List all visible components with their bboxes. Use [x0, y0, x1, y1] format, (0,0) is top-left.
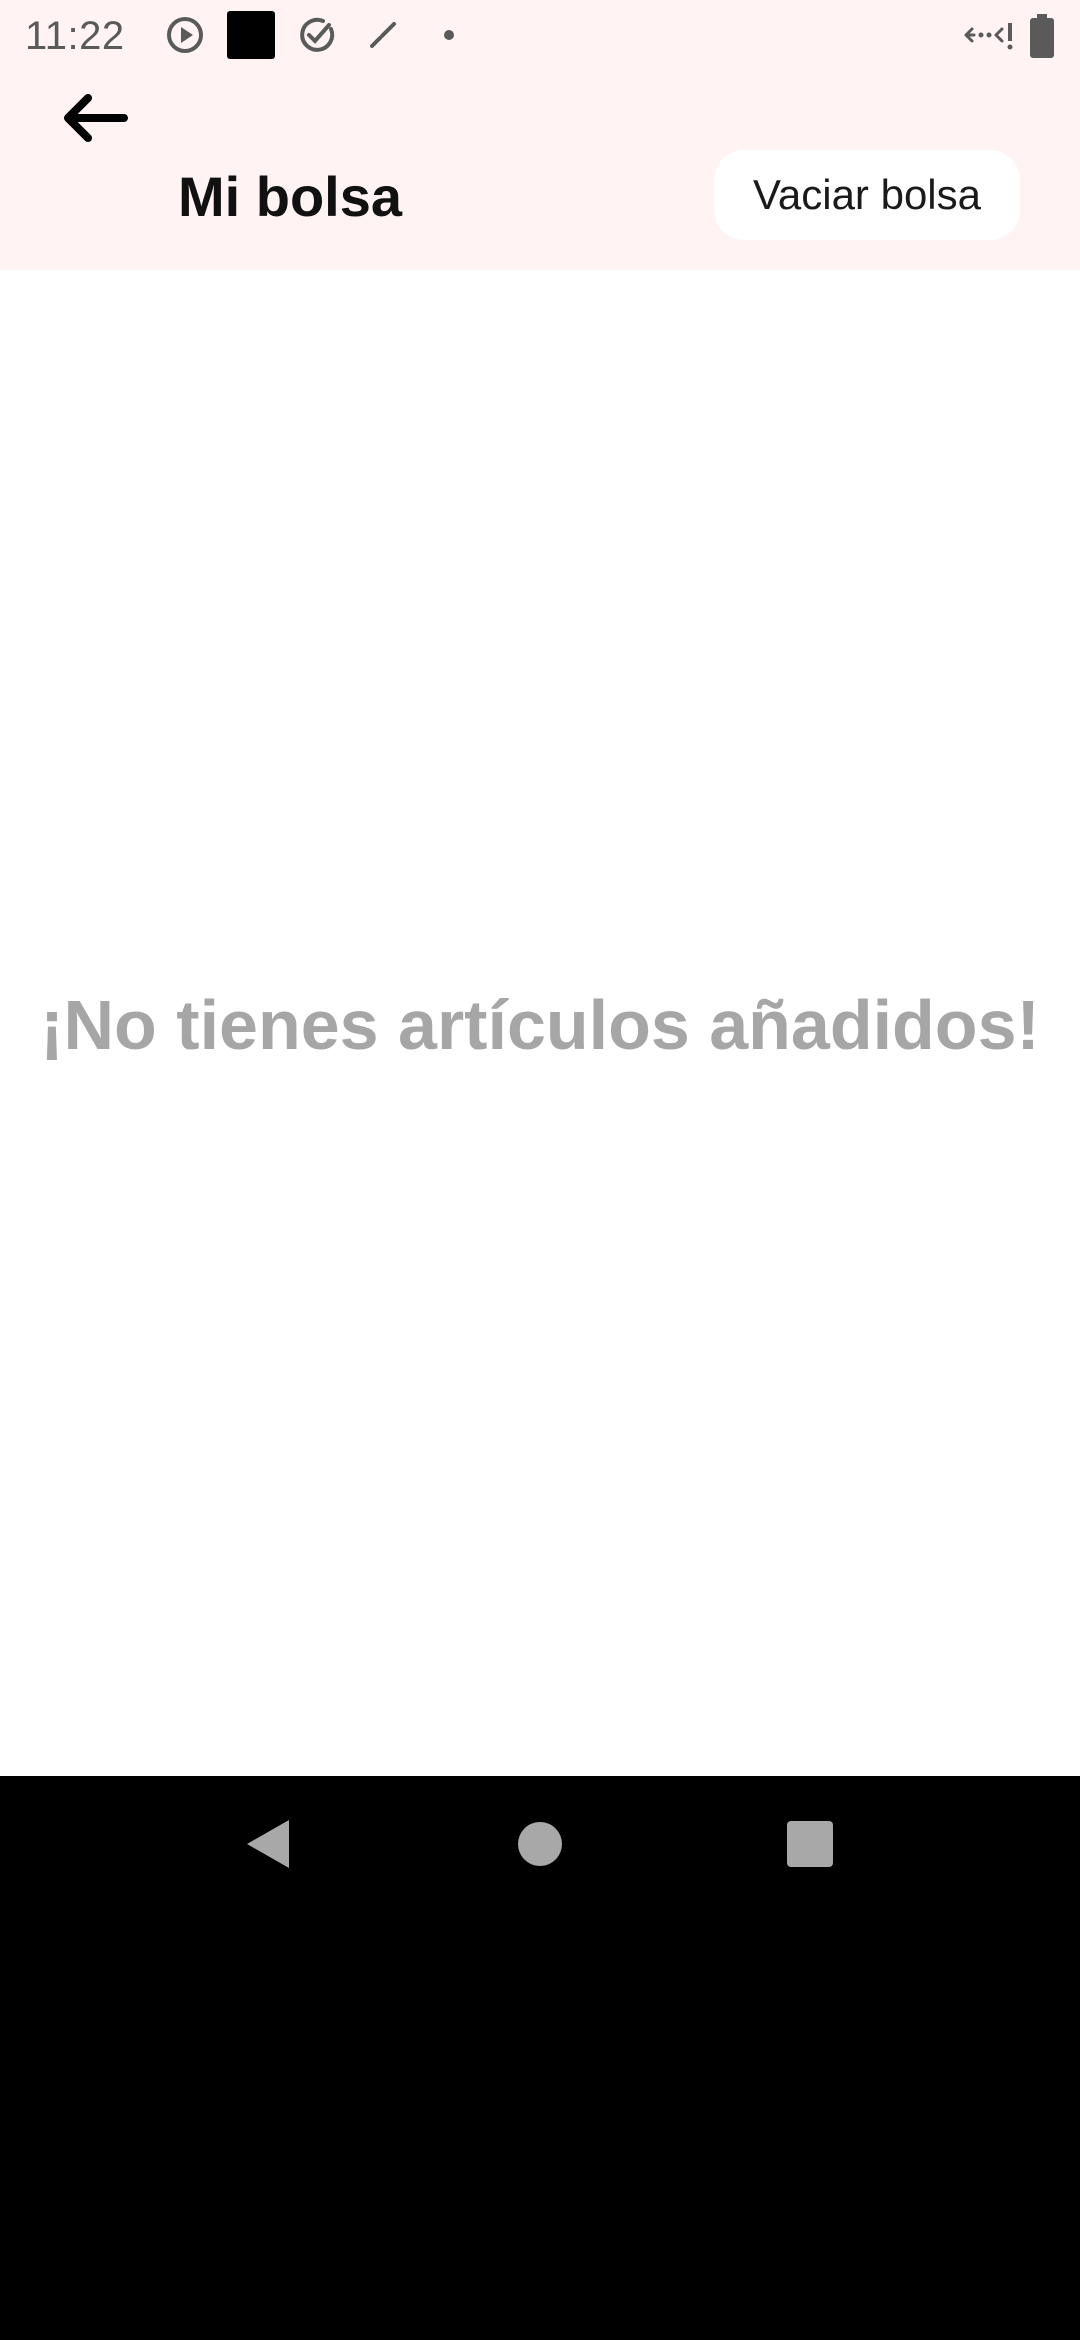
- clear-bag-button[interactable]: Vaciar bolsa: [714, 150, 1020, 240]
- data-arrows-icon: [962, 14, 1016, 56]
- battery-icon: [1030, 14, 1054, 58]
- navigation-bar: [0, 1776, 1080, 1918]
- nav-recents-button[interactable]: [760, 1796, 860, 1896]
- recents-square-icon: [787, 1820, 833, 1872]
- app-bar: Mi bolsa Vaciar bolsa: [0, 72, 1080, 270]
- brush-icon: [362, 14, 404, 56]
- screen: 11:22 Mi bolsa Vaciar bolsa ¡No tienes a…: [0, 0, 1080, 1776]
- black-square-icon: [227, 11, 275, 59]
- status-time: 11:22: [25, 14, 125, 58]
- status-bar: 11:22: [0, 0, 1080, 72]
- play-circle-icon: [164, 14, 206, 56]
- home-circle-icon: [517, 1821, 563, 1872]
- back-button[interactable]: [50, 84, 140, 156]
- empty-state-message: ¡No tienes artículos añadidos!: [40, 986, 1040, 1064]
- nav-home-button[interactable]: [490, 1796, 590, 1896]
- arrow-left-icon: [60, 90, 130, 151]
- check-circle-icon: [296, 14, 338, 56]
- dot-icon: [430, 14, 472, 56]
- page-title: Mi bolsa: [178, 165, 403, 228]
- back-triangle-icon: [243, 1818, 293, 1875]
- nav-back-button[interactable]: [218, 1796, 318, 1896]
